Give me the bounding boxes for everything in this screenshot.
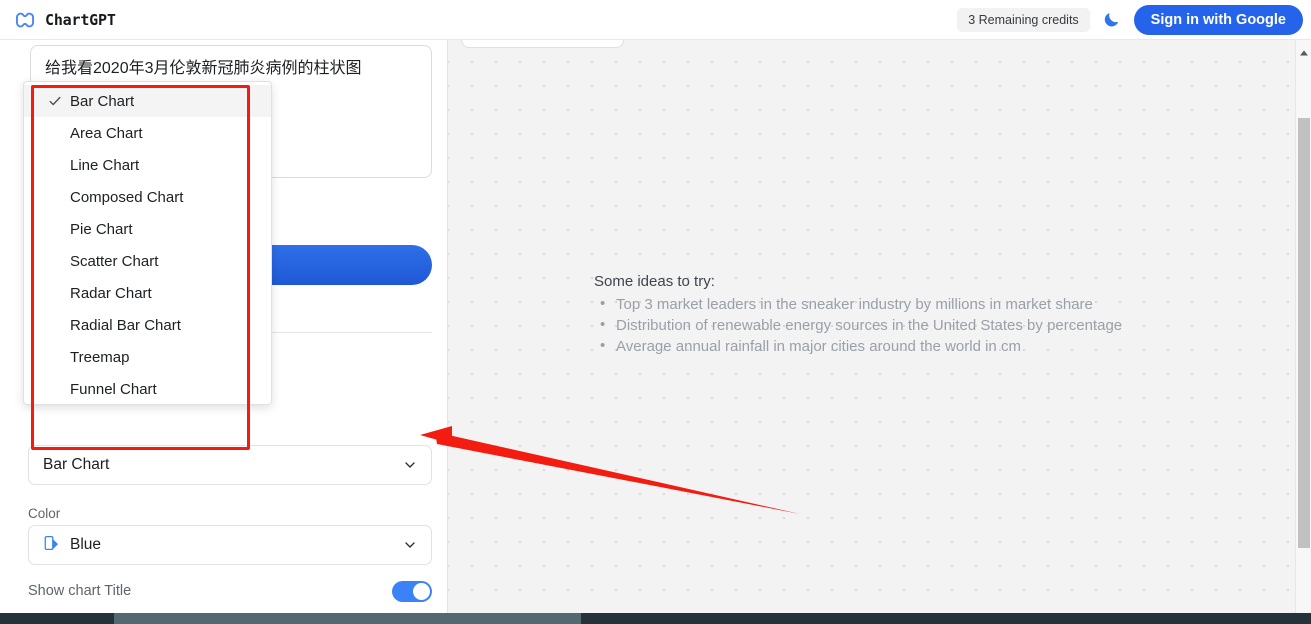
chart-type-dropdown-menu[interactable]: Bar Chart Area Chart Line Chart Composed…	[23, 81, 272, 405]
sign-in-with-google-button[interactable]: Sign in with Google	[1133, 4, 1303, 35]
dropdown-item-pie-chart[interactable]: Pie Chart	[24, 213, 271, 245]
color-swatch-icon	[43, 534, 61, 557]
ideas-list: Top 3 market leaders in the sneaker indu…	[594, 293, 1194, 357]
chartgpt-app: ChartGPT 3 Remaining credits Sign in wit…	[0, 0, 1311, 624]
color-selected-value: Blue	[70, 536, 102, 553]
checkmark-icon	[48, 94, 62, 108]
chart-type-select[interactable]: Bar Chart	[28, 445, 432, 485]
chart-type-selected-value: Bar Chart	[43, 456, 110, 473]
dropdown-item-bar-chart[interactable]: Bar Chart	[24, 85, 271, 117]
dropdown-item-label: Radial Bar Chart	[70, 316, 181, 334]
color-selected-value-wrap: Blue	[43, 534, 101, 557]
vertical-scrollbar-thumb[interactable]	[1298, 118, 1310, 548]
dropdown-item-radial-bar-chart[interactable]: Radial Bar Chart	[24, 309, 271, 341]
dropdown-item-label: Area Chart	[70, 124, 143, 142]
dropdown-item-radar-chart[interactable]: Radar Chart	[24, 277, 271, 309]
dropdown-item-label: Radar Chart	[70, 284, 152, 302]
remaining-credits-badge: 3 Remaining credits	[957, 7, 1090, 32]
dropdown-item-scatter-chart[interactable]: Scatter Chart	[24, 245, 271, 277]
dropdown-item-label: Line Chart	[70, 156, 140, 174]
vertical-scrollbar[interactable]	[1295, 40, 1311, 624]
list-item: Average annual rainfall in major cities …	[594, 335, 1194, 357]
show-chart-title-toggle[interactable]	[392, 580, 432, 602]
header-actions: 3 Remaining credits Sign in with Google	[957, 4, 1303, 35]
horizontal-scrollbar-thumb[interactable]	[114, 613, 581, 624]
dropdown-item-label: Treemap	[70, 348, 130, 366]
show-chart-title-label: Show chart Title	[28, 583, 132, 599]
color-select[interactable]: Blue	[28, 525, 432, 565]
canvas-top-chip[interactable]	[461, 40, 624, 48]
ideas-title: Some ideas to try:	[594, 273, 715, 290]
chart-canvas-area: Some ideas to try: Top 3 market leaders …	[448, 40, 1295, 624]
list-item: Top 3 market leaders in the sneaker indu…	[594, 293, 1194, 315]
ideas-block: Some ideas to try: Top 3 market leaders …	[594, 273, 1194, 357]
chartgpt-hexagon-logo-icon	[14, 9, 36, 31]
list-item: Distribution of renewable energy sources…	[594, 314, 1194, 336]
toggle-knob	[413, 582, 430, 600]
color-label: Color	[28, 506, 61, 521]
dropdown-item-label: Bar Chart	[70, 92, 135, 110]
moon-icon[interactable]	[1101, 9, 1123, 31]
dropdown-item-line-chart[interactable]: Line Chart	[24, 149, 271, 181]
dropdown-item-label: Funnel Chart	[70, 380, 157, 398]
app-header: ChartGPT 3 Remaining credits Sign in wit…	[0, 0, 1311, 40]
chevron-down-icon	[402, 457, 418, 473]
dropdown-item-label: Composed Chart	[70, 188, 184, 206]
scroll-up-arrow-icon[interactable]	[1299, 45, 1309, 56]
dropdown-item-label: Pie Chart	[70, 220, 133, 238]
chevron-down-icon	[402, 537, 418, 553]
brand: ChartGPT	[14, 9, 116, 31]
dropdown-item-composed-chart[interactable]: Composed Chart	[24, 181, 271, 213]
horizontal-scrollbar[interactable]	[0, 613, 1311, 624]
dropdown-item-funnel-chart[interactable]: Funnel Chart	[24, 373, 271, 405]
dropdown-item-treemap[interactable]: Treemap	[24, 341, 271, 373]
prompt-text-value: 给我看2020年3月伦敦新冠肺炎病例的柱状图	[45, 60, 362, 77]
dropdown-item-area-chart[interactable]: Area Chart	[24, 117, 271, 149]
show-chart-title-row: Show chart Title	[28, 578, 432, 604]
brand-name: ChartGPT	[45, 10, 116, 29]
dropdown-item-label: Scatter Chart	[70, 252, 159, 270]
